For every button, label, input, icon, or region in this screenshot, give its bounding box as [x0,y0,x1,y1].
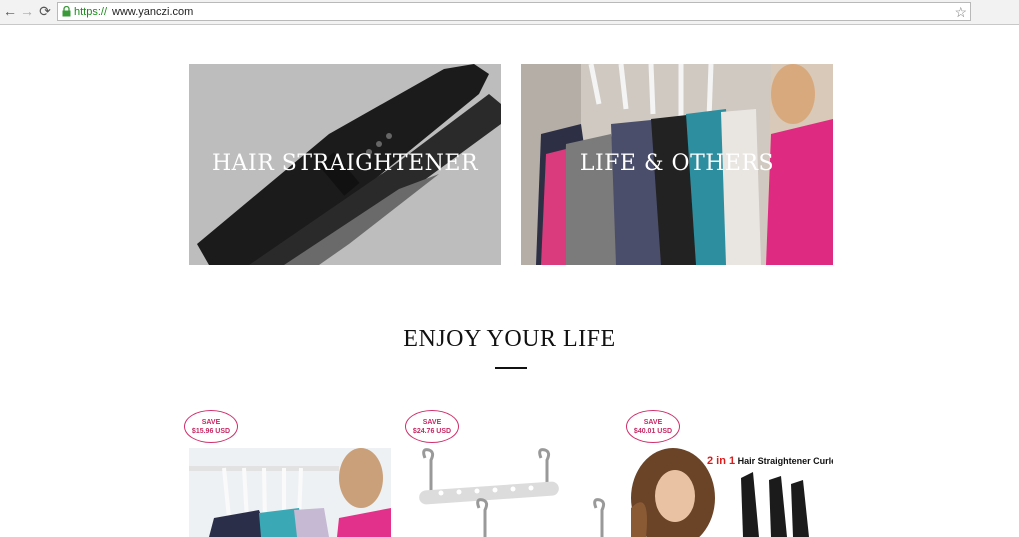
product-image-caption: 2 in 1 Hair Straightener Curler [707,455,833,467]
category-label: HAIR STRAIGHTENER [211,151,479,176]
save-label: SAVE [201,419,221,426]
title-divider [495,367,527,369]
metal-hanger-photo [419,448,606,537]
lock-icon [62,6,71,17]
category-tile-life-others[interactable]: LIFE & OTHERS [521,64,833,265]
url-scheme: https:// [74,6,108,18]
reload-icon[interactable]: ⟳ [37,3,53,19]
bookmark-star-icon[interactable]: ☆ [954,4,967,20]
product-image-straightener-curler[interactable]: 2 in 1 Hair Straightener Curler [631,448,833,537]
browser-toolbar: ← → ⟳ https:// www.yanczi.com ☆ [0,0,1019,25]
save-amount: $40.01 USD [633,428,673,435]
back-arrow-icon[interactable]: ← [2,3,18,19]
product-image-caption-text: Hair Straightener Curler [735,456,833,466]
category-tile-hair-straightener[interactable]: HAIR STRAIGHTENER [189,64,501,265]
product-image-closet-hangers[interactable] [189,448,391,537]
save-badge: SAVE $15.96 USD [184,410,238,443]
address-bar[interactable]: https:// www.yanczi.com ☆ [57,2,971,21]
forward-arrow-icon[interactable]: → [19,3,35,19]
save-badge: SAVE $24.76 USD [405,410,459,443]
save-badge: SAVE $40.01 USD [626,410,680,443]
section-title: ENJOY YOUR LIFE [403,326,616,352]
save-amount: $24.76 USD [412,428,452,435]
save-amount: $15.96 USD [191,428,231,435]
save-label: SAVE [643,419,663,426]
category-label: LIFE & OTHERS [579,151,775,176]
product-image-metal-hangers[interactable] [411,448,613,537]
save-label: SAVE [422,419,442,426]
url-host: www.yanczi.com [112,6,194,18]
closet-hanger-photo [189,448,391,537]
product-image-caption-highlight: 2 in 1 [707,455,736,467]
